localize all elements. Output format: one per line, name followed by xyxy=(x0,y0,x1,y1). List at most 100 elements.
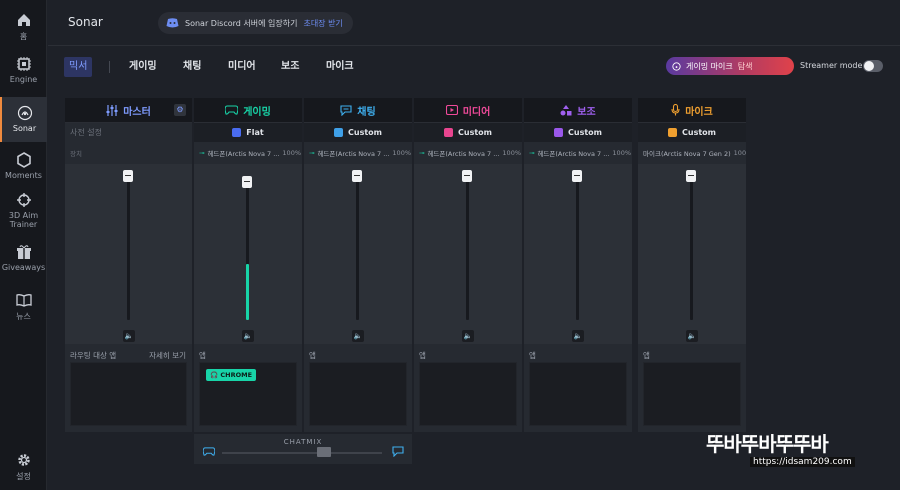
gaming-apps-box: 🎧 CHROME xyxy=(199,362,297,426)
chat-volume-thumb[interactable] xyxy=(352,170,362,182)
chat-device-selector[interactable]: ⊸ 헤드폰(Arctis Nova 7 ... 100% xyxy=(304,142,412,164)
sonar-icon xyxy=(17,105,32,121)
tab-mic[interactable]: 마이크 xyxy=(326,57,354,77)
chat-volume-track[interactable] xyxy=(356,180,359,320)
media-header: 미디어 xyxy=(414,98,522,122)
gaming-mic-action: 탐색 xyxy=(737,61,753,71)
link-icon: ⊸ xyxy=(309,149,315,157)
chat-preset-name: Custom xyxy=(348,128,382,137)
app-chip-label: CHROME xyxy=(220,371,253,379)
aux-apps-label: 앱 xyxy=(529,351,536,360)
aux-volume-track[interactable] xyxy=(576,180,579,320)
tab-aux[interactable]: 보조 xyxy=(281,57,299,77)
mic-device-selector[interactable]: 마이크(Arctis Nova 7 Gen 2) 100% xyxy=(638,142,746,164)
master-details-link[interactable]: 자세히 보기 xyxy=(149,350,186,361)
tab-chat[interactable]: 채팅 xyxy=(183,57,201,77)
page-title: Sonar xyxy=(68,15,103,29)
channel-master: 마스터 ⚙ 사전 설정 장치 🔈 라우팅 대상 앱 자세히 보기 xyxy=(65,98,192,432)
speaker-icon: 🔈 xyxy=(124,332,134,340)
gaming-level-meter xyxy=(246,264,249,320)
media-apps-box xyxy=(419,362,517,426)
aux-title: 보조 xyxy=(577,106,596,118)
discord-invite-link[interactable]: 초대장 받기 xyxy=(303,18,342,29)
aux-device-selector[interactable]: ⊸ 헤드폰(Arctis Nova 7 ... 100% xyxy=(524,142,632,164)
master-preset-label: 사전 설정 xyxy=(65,122,192,142)
preset-icon xyxy=(444,128,453,137)
chat-preset-selector[interactable]: Custom xyxy=(304,122,412,142)
master-apps-box xyxy=(70,362,187,426)
chatmix-track[interactable] xyxy=(222,452,382,454)
media-preset-name: Custom xyxy=(458,128,492,137)
sonar-icon xyxy=(672,61,681,71)
mic-preset-selector[interactable]: Custom xyxy=(638,122,746,142)
mic-volume-track[interactable] xyxy=(690,180,693,320)
sidebar-item-moments[interactable]: Moments xyxy=(0,152,47,180)
master-settings-button[interactable]: ⚙ xyxy=(174,104,186,116)
media-device-selector[interactable]: ⊸ 헤드폰(Arctis Nova 7 ... 100% xyxy=(414,142,522,164)
gaming-device-selector[interactable]: ⊸ 헤드폰(Arctis Nova 7 ... 100% xyxy=(194,142,302,164)
gamepad-icon xyxy=(203,447,215,456)
mic-apps-box xyxy=(643,362,741,426)
preset-icon xyxy=(668,128,677,137)
gaming-mic-label: 게이밍 마이크 xyxy=(686,61,733,71)
gaming-preset-selector[interactable]: Flat xyxy=(194,122,302,142)
sidebar-item-settings[interactable]: 설정 xyxy=(0,452,47,482)
mic-mute-button[interactable]: 🔈 xyxy=(686,330,698,342)
media-mute-button[interactable]: 🔈 xyxy=(462,330,474,342)
chat-bubble-icon xyxy=(392,446,404,457)
sidebar-item-home[interactable]: 홈 xyxy=(0,12,47,42)
sidebar-item-giveaways[interactable]: Giveaways xyxy=(0,244,47,272)
aux-volume-thumb[interactable] xyxy=(572,170,582,182)
speaker-icon: 🔈 xyxy=(243,332,253,340)
chat-apps-box xyxy=(309,362,407,426)
sidebar-item-label: Engine xyxy=(9,75,38,84)
master-title: 마스터 xyxy=(123,106,151,118)
gaming-mic-button[interactable]: 게이밍 마이크 탐색 xyxy=(666,57,794,75)
chatmix-slider-handle[interactable] xyxy=(317,447,331,457)
headphones-icon: 🎧 xyxy=(210,371,219,379)
aux-mute-button[interactable]: 🔈 xyxy=(572,330,584,342)
tab-mixer[interactable]: 믹서 xyxy=(64,57,93,77)
chat-mute-button[interactable]: 🔈 xyxy=(352,330,364,342)
preset-icon xyxy=(554,128,563,137)
gamepad-icon xyxy=(225,105,239,115)
streamer-mode-toggle[interactable] xyxy=(863,60,883,72)
sidebar-item-engine[interactable]: Engine xyxy=(0,56,47,84)
gaming-mute-button[interactable]: 🔈 xyxy=(242,330,254,342)
mic-slider-area: 🔈 xyxy=(638,164,746,344)
top-bar: Sonar Sonar Discord 서버에 입장하기 초대장 받기 xyxy=(48,0,900,46)
sidebar-item-label-2: Trainer xyxy=(9,220,38,229)
master-volume-thumb[interactable] xyxy=(123,170,133,182)
media-preset-selector[interactable]: Custom xyxy=(414,122,522,142)
streamer-mode-label: Streamer mode xyxy=(800,61,863,70)
chatmix-label: CHATMIX xyxy=(283,438,323,446)
tab-gaming[interactable]: 게이밍 xyxy=(129,57,157,77)
gaming-device-pct: 100% xyxy=(282,149,302,157)
discord-banner[interactable]: Sonar Discord 서버에 입장하기 초대장 받기 xyxy=(158,12,353,34)
media-volume-track[interactable] xyxy=(466,180,469,320)
sidebar-item-news[interactable]: 뉴스 xyxy=(0,292,47,322)
sidebar-item-label: Sonar xyxy=(12,124,37,133)
aux-preset-selector[interactable]: Custom xyxy=(524,122,632,142)
tab-media[interactable]: 미디어 xyxy=(228,57,256,77)
media-title: 미디어 xyxy=(462,106,491,118)
gaming-slider-area: 🔈 xyxy=(194,164,302,344)
sidebar: 홈 Engine Sonar Moments 3D Aim Trainer Gi… xyxy=(0,0,47,490)
speaker-icon: 🔈 xyxy=(573,332,583,340)
chip-icon xyxy=(16,57,31,71)
chat-slider-area: 🔈 xyxy=(304,164,412,344)
aux-device-name: 헤드폰(Arctis Nova 7 ... xyxy=(537,150,610,158)
media-volume-thumb[interactable] xyxy=(462,170,472,182)
sidebar-item-sonar[interactable]: Sonar xyxy=(0,97,47,142)
gear-icon xyxy=(17,454,30,466)
sidebar-item-aim-trainer[interactable]: 3D Aim Trainer xyxy=(0,192,47,229)
app-chip-chrome[interactable]: 🎧 CHROME xyxy=(206,369,257,381)
preset-icon xyxy=(232,128,242,137)
watermark: 뚜바뚜바뚜뚜바 https://idsam209.com xyxy=(706,428,886,478)
master-mute-button[interactable]: 🔈 xyxy=(123,330,135,342)
master-volume-track[interactable] xyxy=(127,180,130,320)
gaming-apps-label: 앱 xyxy=(199,351,206,360)
chatmix-panel: CHATMIX xyxy=(194,434,412,464)
gaming-volume-thumb[interactable] xyxy=(242,176,252,188)
mic-volume-thumb[interactable] xyxy=(686,170,696,182)
